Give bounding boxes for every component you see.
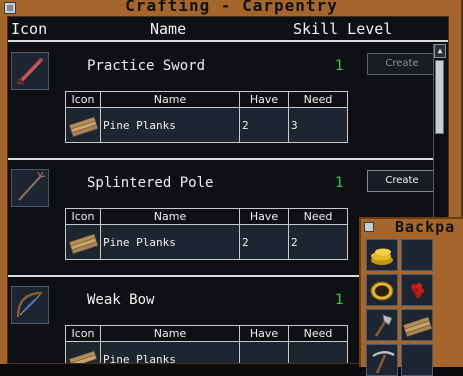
recipe-skill-level: 1 [335,292,344,308]
planks-icon [65,224,101,260]
recipe-skill-level: 1 [335,175,344,191]
backpack-title: Backpa [395,218,456,236]
recipe-name: Practice Sword [87,58,206,74]
ingredient-col-icon: Icon [65,91,101,108]
ingredient-col-need: Need [288,91,348,108]
ingredient-col-icon: Icon [65,325,101,342]
inventory-slot[interactable] [401,239,433,271]
scroll-thumb[interactable] [435,60,444,134]
red-berries-icon[interactable] [401,274,433,306]
bow-icon [11,286,49,324]
ingredients-table: Icon Name Have Need [65,208,348,260]
create-button[interactable]: Create [367,53,437,75]
ingredients-table: Icon Name Have Need [65,91,348,143]
window-title: Crafting - Carpentry [125,0,338,15]
pole-icon [11,169,49,207]
header-divider [8,40,448,42]
ingredient-name: Pine Planks [100,341,240,363]
hatchet-icon[interactable] [366,309,398,341]
backpack-window: Backpa [359,217,463,376]
ingredient-name: Pine Planks [100,224,240,260]
close-icon[interactable] [364,222,374,232]
ingredient-have [239,341,289,363]
ingredient-col-need: Need [288,325,348,342]
ingredients-table: Icon Name Have Need [65,325,348,363]
ingredient-col-have: Have [239,325,289,342]
ingredient-col-name: Name [100,91,240,108]
gold-coins-icon[interactable] [366,239,398,271]
ingredient-row: Pine Planks 2 2 [65,224,348,260]
sword-icon [11,52,49,90]
column-header: Icon Name Skill Level [8,17,448,39]
ingredient-name: Pine Planks [100,107,240,143]
planks-icon[interactable] [401,309,433,341]
ingredient-have: 2 [239,107,289,143]
ingredient-col-name: Name [100,208,240,225]
pickaxe-icon[interactable] [366,344,398,376]
ingredient-row: Pine Planks 2 3 [65,107,348,143]
recipe-name: Splintered Pole [87,175,214,191]
ingredient-need: 3 [288,107,348,143]
ingredient-col-icon: Icon [65,208,101,225]
planks-icon [65,341,101,363]
ingredient-have: 2 [239,224,289,260]
ingredient-need: 2 [288,224,348,260]
recipe-name: Weak Bow [87,292,155,308]
recipe-skill-level: 1 [335,58,344,74]
rope-coil-icon[interactable] [366,274,398,306]
column-skill-level: Skill Level [293,20,393,38]
column-name: Name [150,20,187,38]
column-icon: Icon [11,20,48,38]
create-button[interactable]: Create [367,170,437,192]
ingredient-col-have: Have [239,91,289,108]
planks-icon [65,107,101,143]
ingredient-row: Pine Planks [65,341,348,363]
scroll-up-icon[interactable]: ▲ [434,44,446,58]
recipe-row[interactable]: Practice Sword 1 Create Icon Name Have N… [8,44,437,160]
ingredient-need [288,341,348,363]
ingredient-col-have: Have [239,208,289,225]
ingredient-col-need: Need [288,208,348,225]
ingredient-col-name: Name [100,325,240,342]
inventory-slot[interactable] [401,344,433,376]
